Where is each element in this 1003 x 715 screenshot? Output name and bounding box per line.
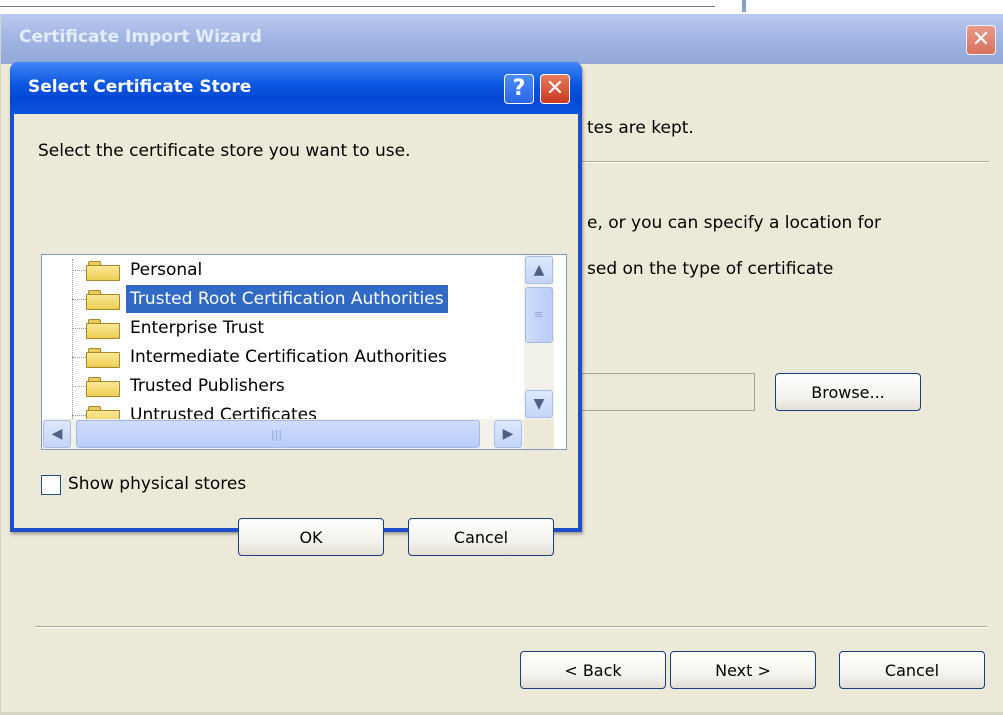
close-icon: ✕ bbox=[545, 76, 565, 101]
scroll-down-icon[interactable]: ▼ bbox=[525, 390, 553, 418]
wizard-cancel-button-label: Cancel bbox=[884, 660, 940, 680]
next-button[interactable]: Next > bbox=[670, 651, 816, 689]
back-button-label: < Back bbox=[564, 660, 622, 680]
wizard-header-separator bbox=[581, 161, 989, 163]
vertical-scrollbar[interactable]: ▲ ≡ ▼ bbox=[524, 255, 554, 419]
show-physical-stores-label[interactable]: Show physical stores bbox=[68, 474, 246, 494]
folder-icon bbox=[86, 348, 120, 368]
browse-button-label: Browse... bbox=[811, 382, 885, 402]
dialog-title-bar[interactable]: Select Certificate Store ? ✕ bbox=[10, 62, 582, 114]
scroll-right-icon[interactable]: ▶ bbox=[494, 420, 522, 448]
tree-connector bbox=[72, 357, 86, 358]
horizontal-scroll-thumb[interactable]: ||| bbox=[76, 420, 480, 448]
tree-item-label-selected: Trusted Root Certification Authorities bbox=[126, 285, 448, 313]
next-button-label: Next > bbox=[715, 660, 771, 680]
grip-icon: ||| bbox=[271, 428, 283, 441]
tree-item-label: Intermediate Certification Authorities bbox=[130, 347, 447, 367]
wizard-close-button[interactable]: ✕ bbox=[966, 25, 996, 55]
background-line bbox=[0, 6, 715, 7]
tree-item-label: Trusted Publishers bbox=[130, 376, 285, 396]
tree-connector-line bbox=[72, 259, 73, 419]
tree-connector bbox=[72, 328, 86, 329]
folder-icon bbox=[86, 261, 120, 281]
certificate-store-field[interactable] bbox=[581, 373, 755, 411]
dialog-close-button[interactable]: ✕ bbox=[540, 74, 570, 104]
help-icon: ? bbox=[512, 76, 526, 101]
background-strip bbox=[0, 0, 1003, 14]
vertical-scroll-thumb[interactable]: ≡ bbox=[525, 287, 553, 343]
folder-icon bbox=[86, 406, 120, 419]
tree-item-label: Enterprise Trust bbox=[130, 318, 265, 338]
dialog-body: Select the certificate store you want to… bbox=[14, 114, 578, 556]
scroll-left-icon[interactable]: ◀ bbox=[43, 420, 71, 448]
folder-icon bbox=[86, 319, 120, 339]
dialog-title: Select Certificate Store bbox=[28, 77, 252, 97]
help-button[interactable]: ? bbox=[504, 74, 534, 104]
select-certificate-store-dialog: Select Certificate Store ? ✕ Select the … bbox=[10, 62, 582, 556]
tree-connector bbox=[72, 415, 86, 416]
wizard-text-line-1: tes are kept. bbox=[587, 118, 694, 138]
grip-icon: ≡ bbox=[534, 308, 544, 321]
tree-item-label: Untrusted Certificates bbox=[130, 405, 317, 419]
scroll-up-icon[interactable]: ▲ bbox=[525, 256, 553, 284]
wizard-cancel-button[interactable]: Cancel bbox=[839, 651, 985, 689]
close-icon: ✕ bbox=[971, 27, 991, 52]
tree-items-viewport: Personal Trusted Root Certification Auth… bbox=[42, 255, 522, 419]
folder-icon bbox=[86, 290, 120, 310]
wizard-text-line-2: e, or you can specify a location for bbox=[587, 213, 882, 233]
folder-icon bbox=[86, 377, 120, 397]
horizontal-scrollbar[interactable]: ◀ ||| ▶ bbox=[42, 419, 524, 449]
tree-connector bbox=[72, 386, 86, 387]
scrollbar-corner bbox=[524, 419, 554, 449]
wizard-footer-separator bbox=[35, 626, 987, 628]
certificate-store-tree[interactable]: Personal Trusted Root Certification Auth… bbox=[41, 254, 567, 450]
tree-item-label: Personal bbox=[130, 260, 203, 280]
dialog-prompt: Select the certificate store you want to… bbox=[38, 141, 411, 161]
tree-connector bbox=[72, 299, 86, 300]
dialog-cancel-button-label: Cancel bbox=[453, 527, 509, 547]
wizard-title-bar[interactable]: Certificate Import Wizard ✕ bbox=[1, 14, 1003, 64]
tree-connector bbox=[72, 270, 86, 271]
show-physical-stores-checkbox[interactable] bbox=[41, 475, 61, 495]
browse-button[interactable]: Browse... bbox=[775, 373, 921, 411]
dialog-cancel-button[interactable]: Cancel bbox=[408, 518, 554, 556]
ok-button[interactable]: OK bbox=[238, 518, 384, 556]
background-mark bbox=[742, 0, 746, 12]
wizard-title: Certificate Import Wizard bbox=[19, 27, 262, 47]
wizard-text-line-3: sed on the type of certificate bbox=[587, 259, 834, 279]
ok-button-label: OK bbox=[299, 527, 323, 547]
back-button[interactable]: < Back bbox=[520, 651, 666, 689]
